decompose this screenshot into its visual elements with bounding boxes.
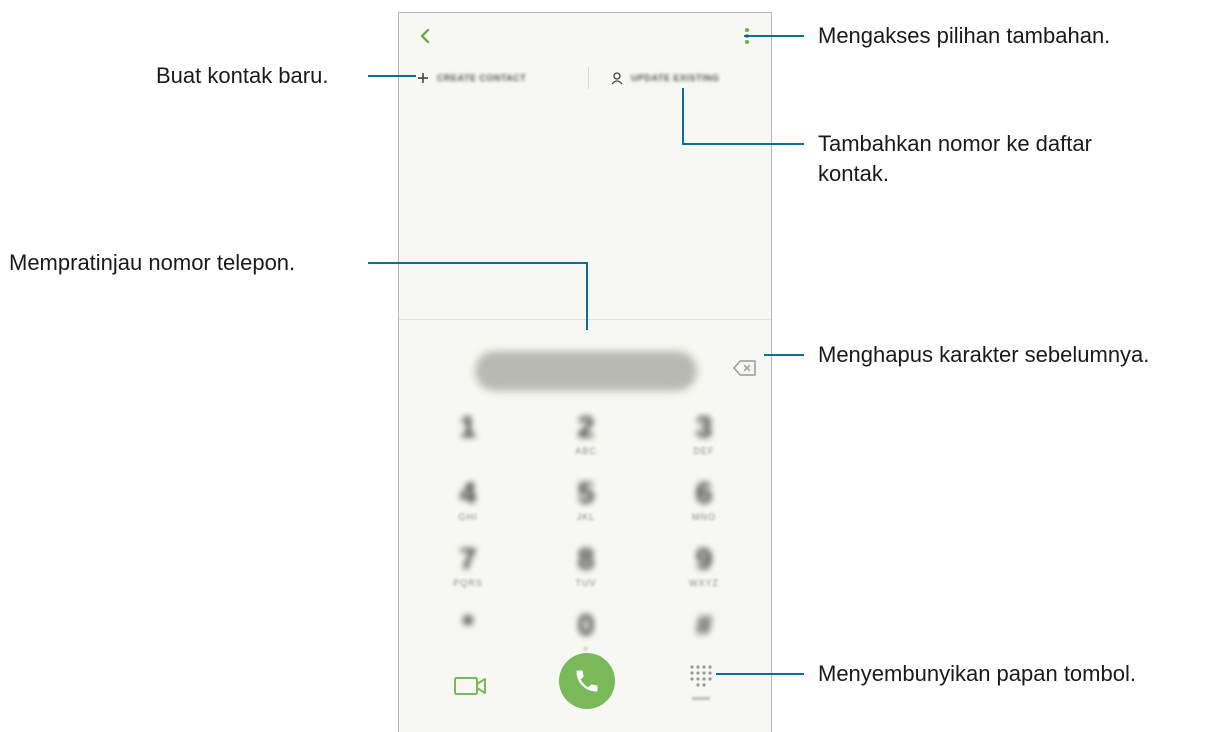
key-letters: WXYZ [689, 577, 719, 588]
action-separator [588, 67, 589, 89]
key-digit: * [462, 608, 474, 642]
key-letters: GHI [458, 511, 478, 522]
key-3[interactable]: 3 DEF [659, 403, 749, 465]
callout-add-contacts-line1: Tambahkan nomor ke daftar [818, 131, 1092, 156]
callout-add-contacts: Tambahkan nomor ke daftar kontak. [818, 129, 1092, 189]
key-digit: 9 [695, 542, 713, 576]
backspace-button[interactable] [732, 359, 758, 377]
phone-icon [576, 670, 598, 692]
key-5[interactable]: 5 JKL [541, 469, 631, 531]
create-contact-button[interactable]: CREATE CONTACT [417, 65, 526, 91]
key-digit: 2 [577, 410, 595, 444]
callout-more-options: Mengakses pilihan tambahan. [818, 23, 1111, 48]
chevron-left-icon [420, 28, 430, 44]
backspace-icon [733, 360, 756, 376]
key-letters: JKL [576, 511, 596, 522]
display-divider [399, 319, 771, 320]
person-icon [611, 71, 623, 84]
number-preview-field [475, 351, 697, 391]
key-hash[interactable]: # [659, 601, 749, 663]
leader-delete-char [764, 354, 804, 356]
hide-keypad-button[interactable] [687, 663, 721, 703]
plus-icon [418, 73, 428, 83]
keypad-grid-icon [690, 665, 712, 687]
key-9[interactable]: 9 WXYZ [659, 535, 749, 597]
key-2[interactable]: 2 ABC [541, 403, 631, 465]
key-digit: # [695, 608, 713, 642]
leader-add-contacts-v [682, 88, 684, 144]
key-digit: 0 [577, 608, 595, 642]
callout-create-contact: Buat kontak baru. [156, 63, 329, 88]
key-digit: 1 [459, 410, 477, 444]
leader-more-options [744, 35, 804, 37]
key-digit: 3 [695, 410, 713, 444]
key-digit: 4 [459, 476, 477, 510]
callout-delete-char: Menghapus karakter sebelumnya. [818, 342, 1150, 367]
key-6[interactable]: 6 MNO [659, 469, 749, 531]
leader-create-contact [368, 75, 416, 77]
number-preview-text: 0000000000 [399, 13, 400, 14]
key-1[interactable]: 1 [423, 403, 513, 465]
callout-preview-number: Mempratinjau nomor telepon. [9, 250, 296, 275]
update-existing-button[interactable]: UPDATE EXISTING [611, 65, 719, 91]
back-button[interactable] [415, 25, 435, 47]
key-star[interactable]: * [423, 601, 513, 663]
hide-keypad-label [692, 697, 710, 700]
callout-hide-keypad: Menyembunyikan papan tombol. [818, 661, 1136, 686]
key-letters: MNO [692, 511, 716, 522]
leader-hide-keypad [716, 673, 804, 675]
callout-add-contacts-line2: kontak. [818, 161, 889, 186]
key-letters: TUV [575, 577, 597, 588]
key-7[interactable]: 7 PQRS [423, 535, 513, 597]
contact-actions: CREATE CONTACT UPDATE EXISTING [399, 65, 771, 91]
key-digit: 5 [577, 476, 595, 510]
leader-preview-v [586, 262, 588, 330]
key-letters: PQRS [453, 577, 483, 588]
key-4[interactable]: 4 GHI [423, 469, 513, 531]
phone-screen: CREATE CONTACT UPDATE EXISTING 000000000… [398, 12, 772, 732]
key-letters: DEF [693, 445, 715, 456]
key-digit: 7 [459, 542, 477, 576]
leader-preview-h [368, 262, 588, 264]
call-button[interactable] [559, 653, 615, 709]
key-digit: 6 [695, 476, 713, 510]
key-letters: + [582, 643, 590, 654]
key-8[interactable]: 8 TUV [541, 535, 631, 597]
update-existing-label: UPDATE EXISTING [631, 73, 720, 83]
video-camera-icon [454, 677, 486, 695]
key-letters: ABC [575, 445, 597, 456]
create-contact-label: CREATE CONTACT [437, 73, 527, 83]
key-digit: 8 [577, 542, 595, 576]
leader-add-contacts-h [682, 143, 804, 145]
video-call-button[interactable] [451, 671, 491, 701]
